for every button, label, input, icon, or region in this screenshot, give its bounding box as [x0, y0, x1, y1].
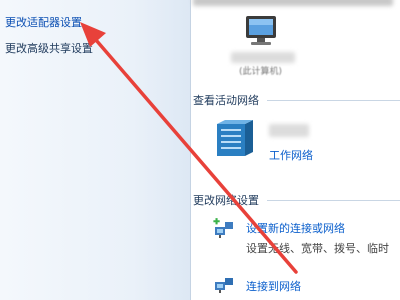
- obscured-computer-name: [231, 52, 295, 63]
- active-networks-heading: 查看活动网络: [193, 94, 259, 107]
- change-adapter-settings-link[interactable]: 更改适配器设置: [5, 14, 82, 30]
- change-settings-heading: 更改网络设置: [193, 194, 259, 207]
- obscured-title: [193, 0, 393, 6]
- obscured-network-name: [269, 124, 309, 137]
- server-icon: [217, 120, 253, 156]
- network-center-main: (此计算机) 查看活动网络 工作网络 更改网络设置 设置新的连接或网络 设置无线…: [191, 0, 400, 300]
- computer-caption: (此计算机): [239, 67, 283, 77]
- connect-network-icon: [215, 278, 233, 293]
- change-advanced-sharing-link[interactable]: 更改高级共享设置: [5, 40, 93, 56]
- network-setup-icon: [213, 218, 233, 238]
- section-rule: [267, 100, 400, 101]
- left-navigation-pane: 更改适配器设置 更改高级共享设置: [0, 0, 190, 300]
- connect-to-network-link[interactable]: 连接到网络: [246, 278, 301, 294]
- section-rule: [267, 200, 400, 201]
- work-network-link[interactable]: 工作网络: [269, 147, 313, 163]
- setup-new-connection-link[interactable]: 设置新的连接或网络: [246, 220, 345, 236]
- setup-new-connection-description: 设置无线、宽带、拨号、临时: [246, 242, 389, 255]
- computer-icon: [246, 16, 276, 45]
